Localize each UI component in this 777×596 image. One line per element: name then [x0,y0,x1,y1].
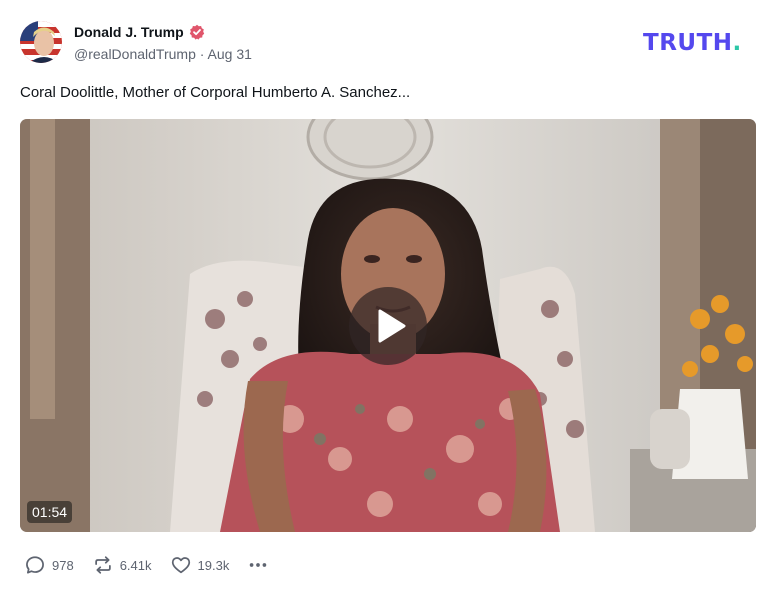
logo-wordmark: TRUTH [643,30,733,56]
play-icon [378,309,406,343]
author-handle[interactable]: @realDonaldTrump [74,46,196,62]
author-meta: @realDonaldTrump · Aug 31 [74,46,252,62]
meta-separator: · [195,46,208,62]
post-text: Coral Doolittle, Mother of Corporal Humb… [20,84,411,101]
reply-button[interactable]: 978 [24,554,74,576]
retruth-button[interactable]: 6.41k [92,554,152,576]
like-count: 19.3k [197,557,230,573]
more-options-button[interactable] [247,554,269,576]
avatar[interactable] [20,21,62,63]
retruth-count: 6.41k [119,557,152,573]
retruth-icon [94,556,111,574]
author-block: Donald J. Trump @realDonaldTrump · Aug 3… [74,23,252,62]
truth-social-logo[interactable]: TRUTH. [643,30,742,56]
verified-badge-icon [189,24,205,40]
heart-icon [171,557,190,574]
reply-count: 978 [52,557,74,573]
truth-post: Donald J. Trump @realDonaldTrump · Aug 3… [0,0,777,596]
post-actions: 978 6.41k 19.3k [24,554,269,576]
video-duration: 01:54 [27,501,73,523]
reply-icon [26,556,44,574]
post-date[interactable]: Aug 31 [208,46,252,62]
like-button[interactable]: 19.3k [170,554,230,576]
logo-dot: . [732,30,742,56]
play-button[interactable] [349,287,427,365]
author-display-name[interactable]: Donald J. Trump [74,24,184,40]
more-icon [250,563,267,567]
avatar-image [20,21,62,63]
video-player[interactable]: 01:54 [20,119,756,532]
